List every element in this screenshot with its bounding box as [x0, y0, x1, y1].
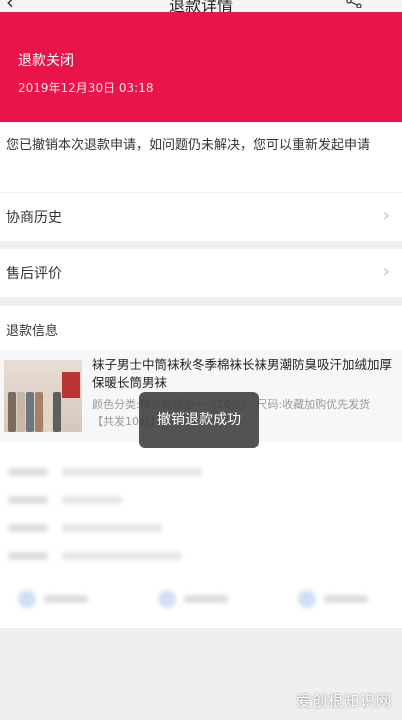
refund-status-time: 2019年12月30日 03:18 [18, 81, 154, 95]
chat-icon [18, 590, 36, 608]
negotiation-history-label: 协商历史 [6, 210, 62, 226]
action-button[interactable] [158, 588, 258, 612]
page-title: 退款详情 [168, 0, 233, 12]
top-nav-bar: ‹ 退款详情 [0, 0, 402, 12]
watermark: 爱创根知识网 [295, 692, 392, 710]
phone-icon [158, 590, 176, 608]
share-icon[interactable] [346, 0, 362, 8]
chevron-right-icon: › [382, 205, 390, 226]
action-button[interactable] [298, 588, 398, 612]
refund-notice: 您已撤销本次退款申请，如问题仍未解决，您可以重新发起申请 [0, 122, 402, 192]
action-button[interactable] [18, 588, 118, 612]
action-buttons-blurred [0, 572, 402, 626]
refund-info-section: 退款信息 袜子男士中筒袜秋冬季棉袜长袜男潮防臭吸汗加绒加厚保暖长筒男袜 颜色分类… [0, 306, 402, 628]
product-thumbnail [4, 360, 82, 432]
service-icon [298, 590, 316, 608]
product-title: 袜子男士中筒袜秋冬季棉袜长袜男潮防臭吸汗加绒加厚保暖长筒男袜 [92, 357, 393, 390]
after-sale-review-label: 售后评价 [6, 266, 62, 282]
refund-notice-text: 您已撤销本次退款申请，如问题仍未解决，您可以重新发起申请 [6, 138, 371, 153]
refund-info-heading: 退款信息 [6, 324, 59, 339]
refund-status-title: 退款关闭 [18, 53, 74, 69]
after-sale-review-row[interactable]: 售后评价 › [0, 249, 402, 297]
refund-details-blurred [0, 446, 402, 566]
toast-message: 撤销退款成功 [139, 392, 259, 448]
negotiation-history-row[interactable]: 协商历史 › [0, 193, 402, 241]
refund-status-banner: 退款关闭 2019年12月30日 03:18 [0, 12, 402, 122]
chevron-right-icon: › [382, 261, 390, 282]
